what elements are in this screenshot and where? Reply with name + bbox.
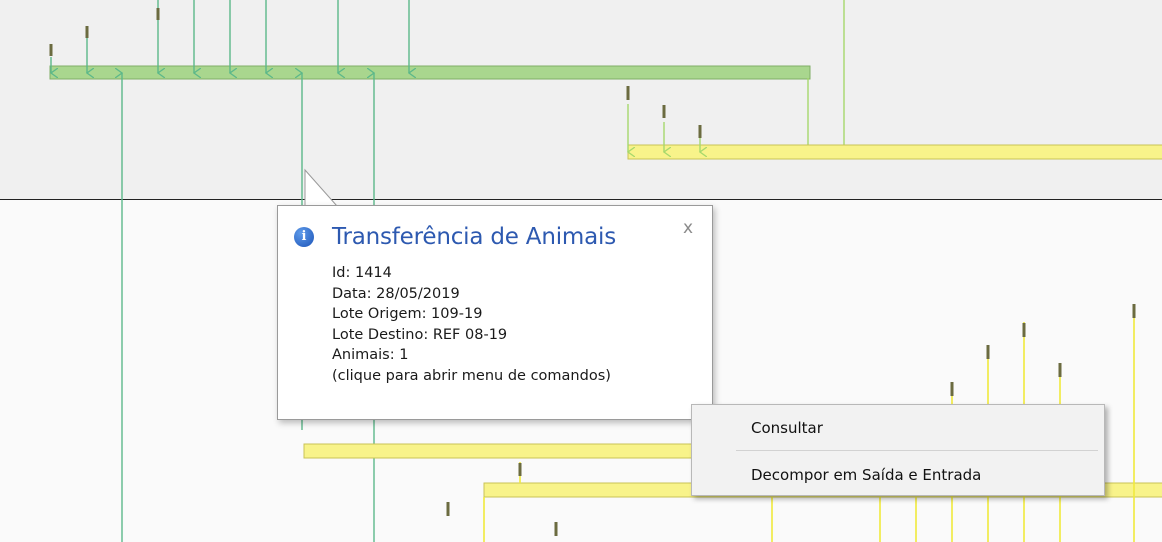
close-icon[interactable]: x — [683, 218, 693, 238]
menu-item-decompor[interactable]: Decompor em Saída e Entrada — [693, 456, 1103, 494]
tooltip-date: Data: 28/05/2019 — [332, 285, 460, 302]
tooltip-title: Transferência de Animais — [332, 224, 616, 250]
lot-bar-green[interactable] — [49, 65, 811, 80]
tooltip-source-lot: Lote Origem: 109-19 — [332, 306, 483, 323]
event-ticks-top — [49, 8, 160, 56]
lot-bar-yellow-mid[interactable] — [303, 443, 705, 459]
lot-bar-yellow-top[interactable] — [627, 144, 1162, 160]
tooltip-hint: (clique para abrir menu de comandos) — [332, 367, 611, 384]
menu-item-label: Consultar — [751, 419, 823, 437]
tooltip-animals: Animais: 1 — [332, 347, 409, 364]
info-icon: i — [294, 227, 314, 247]
context-menu: Consultar Decompor em Saída e Entrada — [691, 404, 1105, 496]
tooltip-details: Id: 1414 Data: 28/05/2019 Lote Origem: 1… — [332, 263, 611, 387]
diagram-canvas: i Transferência de Animais x Id: 1414 Da… — [0, 0, 1162, 542]
incoming-arrows-green[interactable] — [51, 0, 409, 73]
tooltip-id: Id: 1414 — [332, 265, 392, 281]
menu-item-label: Decompor em Saída e Entrada — [751, 466, 982, 484]
menu-separator — [736, 450, 1098, 451]
tooltip-target-lot: Lote Destino: REF 08-19 — [332, 326, 508, 343]
menu-item-consultar[interactable]: Consultar — [693, 409, 1103, 447]
event-tooltip[interactable]: i Transferência de Animais x Id: 1414 Da… — [277, 205, 713, 420]
